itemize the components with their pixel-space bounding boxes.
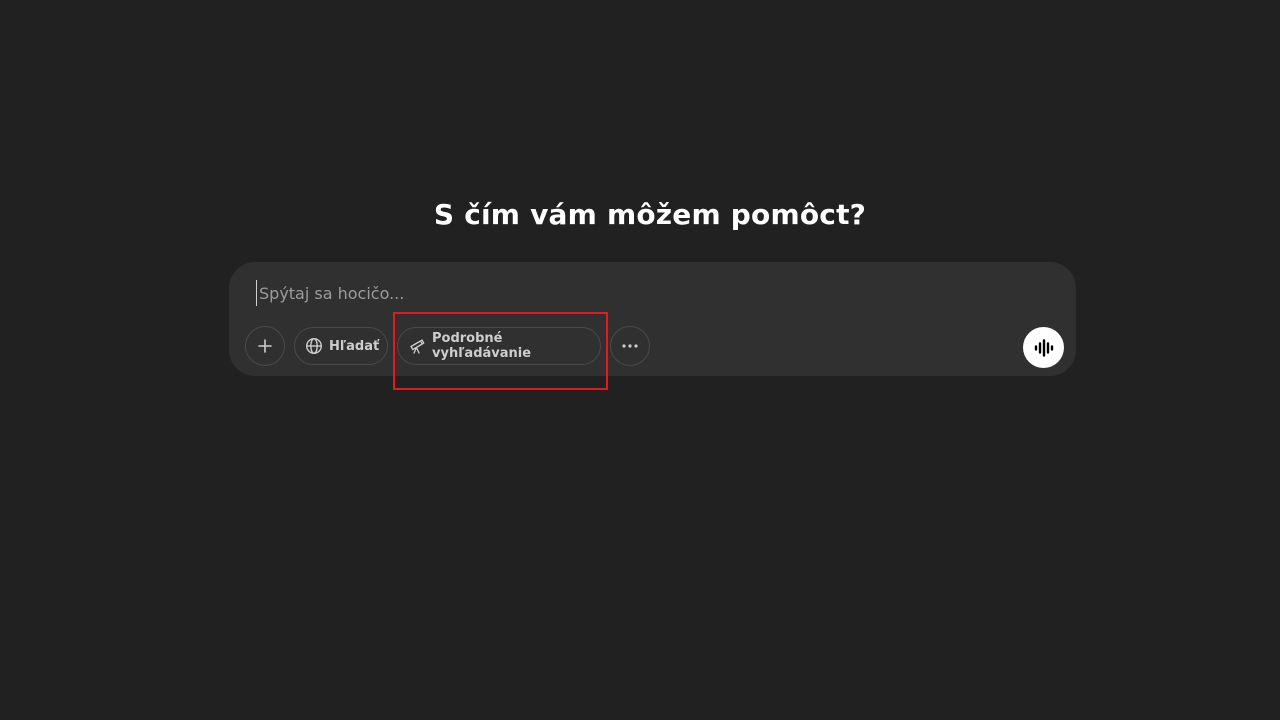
voice-mode-button[interactable] xyxy=(1023,327,1064,368)
deep-research-button[interactable]: Podrobné vyhľadávanie xyxy=(397,327,601,365)
ellipsis-icon xyxy=(621,343,639,349)
telescope-icon xyxy=(408,337,426,355)
plus-icon xyxy=(257,338,273,354)
prompt-input[interactable] xyxy=(256,280,1019,306)
search-button[interactable]: Hľadať xyxy=(294,327,388,365)
more-options-button[interactable] xyxy=(610,326,650,366)
deep-research-label: Podrobné vyhľadávanie xyxy=(432,331,532,361)
prompt-composer: Hľadať Podrobné vyhľadávanie xyxy=(229,262,1076,376)
page-title: S čím vám môžem pomôct? xyxy=(433,198,867,231)
globe-icon xyxy=(305,337,323,355)
search-button-label: Hľadať xyxy=(329,338,380,354)
voice-waveform-icon xyxy=(1033,338,1055,357)
composer-toolbar: Hľadať Podrobné vyhľadávanie xyxy=(245,326,650,366)
add-attachment-button[interactable] xyxy=(245,326,285,366)
chat-page: S čím vám môžem pomôct? Spýtaj sa hocičo… xyxy=(0,0,1280,720)
